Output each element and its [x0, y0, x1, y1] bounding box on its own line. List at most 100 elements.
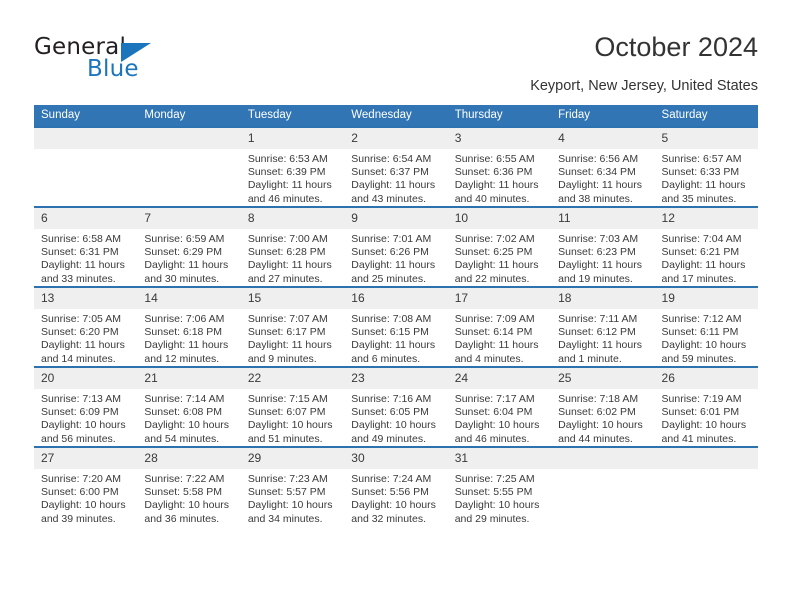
- daylight-text-line1: Daylight: 11 hours: [558, 259, 642, 272]
- day-cell[interactable]: 20 Sunrise: 7:13 AM Sunset: 6:09 PM Dayl…: [34, 366, 138, 447]
- sunrise-text: Sunrise: 6:58 AM: [41, 233, 121, 245]
- day-number: 18: [551, 288, 655, 309]
- day-details: Sunrise: 7:03 AM Sunset: 6:23 PM Dayligh…: [551, 229, 654, 286]
- daylight-text-line1: Daylight: 10 hours: [661, 339, 747, 352]
- day-cell[interactable]: 28 Sunrise: 7:22 AM Sunset: 5:58 PM Dayl…: [137, 446, 241, 526]
- day-cell[interactable]: 1 Sunrise: 6:53 AM Sunset: 6:39 PM Dayli…: [240, 126, 345, 207]
- day-cell[interactable]: 10 Sunrise: 7:02 AM Sunset: 6:25 PM Dayl…: [447, 206, 552, 287]
- daylight-text-line1: Daylight: 11 hours: [558, 339, 642, 352]
- daylight-text-line1: Daylight: 10 hours: [247, 419, 333, 432]
- day-details: Sunrise: 7:20 AM Sunset: 6:00 PM Dayligh…: [34, 469, 137, 526]
- sunrise-text: Sunrise: 7:08 AM: [351, 313, 432, 325]
- sunset-text: Sunset: 6:34 PM: [558, 166, 636, 179]
- sunrise-text: Sunrise: 6:54 AM: [351, 153, 432, 165]
- sunrise-text: Sunrise: 7:19 AM: [661, 393, 742, 405]
- day-cell: [34, 126, 138, 207]
- day-cell[interactable]: 18 Sunrise: 7:11 AM Sunset: 6:12 PM Dayl…: [551, 286, 655, 367]
- day-cell[interactable]: 9 Sunrise: 7:01 AM Sunset: 6:26 PM Dayli…: [344, 206, 448, 287]
- daylight-text-line2: and 19 minutes.: [558, 272, 633, 285]
- day-cell[interactable]: 31 Sunrise: 7:25 AM Sunset: 5:55 PM Dayl…: [447, 446, 552, 526]
- daylight-text-line2: and 56 minutes.: [41, 432, 116, 445]
- day-cell[interactable]: 17 Sunrise: 7:09 AM Sunset: 6:14 PM Dayl…: [447, 286, 552, 367]
- day-cell[interactable]: 27 Sunrise: 7:20 AM Sunset: 6:00 PM Dayl…: [34, 446, 138, 526]
- day-details: Sunrise: 7:00 AM Sunset: 6:28 PM Dayligh…: [241, 229, 344, 286]
- day-details: Sunrise: 7:22 AM Sunset: 5:58 PM Dayligh…: [137, 469, 240, 526]
- sunrise-text: Sunrise: 7:01 AM: [351, 233, 432, 245]
- sunrise-text: Sunrise: 6:55 AM: [454, 153, 535, 165]
- daylight-text-line2: and 34 minutes.: [247, 512, 323, 525]
- daylight-text-line1: Daylight: 11 hours: [144, 259, 229, 272]
- day-cell: [551, 446, 655, 526]
- weekday-header-saturday: Saturday: [654, 105, 758, 127]
- daylight-text-line2: and 33 minutes.: [41, 272, 116, 285]
- sunrise-text: Sunrise: 7:09 AM: [454, 313, 535, 325]
- sunrise-text: Sunrise: 7:18 AM: [558, 393, 639, 405]
- generalblue-logo[interactable]: General Blue: [34, 34, 244, 90]
- daylight-text-line1: Daylight: 10 hours: [144, 499, 230, 512]
- day-cell[interactable]: 12 Sunrise: 7:04 AM Sunset: 6:21 PM Dayl…: [654, 206, 758, 287]
- daylight-text-line2: and 35 minutes.: [661, 192, 737, 205]
- daylight-text-line2: and 46 minutes.: [454, 432, 530, 445]
- daylight-text-line1: Daylight: 11 hours: [41, 339, 125, 352]
- sunrise-text: Sunrise: 7:12 AM: [661, 313, 742, 325]
- daylight-text-line1: Daylight: 10 hours: [454, 419, 540, 432]
- sunset-text: Sunset: 5:56 PM: [351, 486, 429, 499]
- daylight-text-line1: Daylight: 11 hours: [661, 179, 746, 192]
- day-cell[interactable]: 6 Sunrise: 6:58 AM Sunset: 6:31 PM Dayli…: [34, 206, 138, 287]
- calendar-week-row: 27 Sunrise: 7:20 AM Sunset: 6:00 PM Dayl…: [34, 446, 758, 526]
- sunset-text: Sunset: 5:55 PM: [454, 486, 533, 499]
- day-cell[interactable]: 22 Sunrise: 7:15 AM Sunset: 6:07 PM Dayl…: [240, 366, 345, 447]
- sunset-text: Sunset: 5:58 PM: [144, 486, 223, 499]
- day-cell[interactable]: 24 Sunrise: 7:17 AM Sunset: 6:04 PM Dayl…: [447, 366, 552, 447]
- sunrise-text: Sunrise: 7:05 AM: [41, 313, 121, 325]
- sunrise-text: Sunrise: 6:57 AM: [661, 153, 742, 165]
- day-number: 27: [34, 448, 138, 469]
- sunset-text: Sunset: 6:29 PM: [144, 246, 223, 259]
- day-number: 28: [137, 448, 241, 469]
- day-cell[interactable]: 29 Sunrise: 7:23 AM Sunset: 5:57 PM Dayl…: [240, 446, 345, 526]
- sunset-text: Sunset: 6:36 PM: [454, 166, 533, 179]
- daylight-text-line1: Daylight: 10 hours: [41, 419, 126, 432]
- day-cell[interactable]: 14 Sunrise: 7:06 AM Sunset: 6:18 PM Dayl…: [137, 286, 241, 367]
- sunrise-text: Sunrise: 7:06 AM: [144, 313, 225, 325]
- day-number: 5: [654, 128, 758, 149]
- weekday-header-thursday: Thursday: [447, 105, 552, 127]
- day-number: 29: [240, 448, 345, 469]
- sunset-text: Sunset: 6:07 PM: [247, 406, 326, 419]
- day-cell[interactable]: 15 Sunrise: 7:07 AM Sunset: 6:17 PM Dayl…: [240, 286, 345, 367]
- day-cell[interactable]: 8 Sunrise: 7:00 AM Sunset: 6:28 PM Dayli…: [240, 206, 345, 287]
- calendar-week-row: 1 Sunrise: 6:53 AM Sunset: 6:39 PM Dayli…: [34, 126, 758, 207]
- day-details: Sunrise: 7:25 AM Sunset: 5:55 PM Dayligh…: [448, 469, 551, 526]
- day-cell: [137, 126, 241, 207]
- day-cell[interactable]: 21 Sunrise: 7:14 AM Sunset: 6:08 PM Dayl…: [137, 366, 241, 447]
- day-cell[interactable]: 3 Sunrise: 6:55 AM Sunset: 6:36 PM Dayli…: [447, 126, 552, 207]
- day-number: 26: [654, 368, 758, 389]
- sunset-text: Sunset: 6:33 PM: [661, 166, 740, 179]
- daylight-text-line1: Daylight: 11 hours: [41, 259, 125, 272]
- sunset-text: Sunset: 6:25 PM: [454, 246, 533, 259]
- day-cell[interactable]: 16 Sunrise: 7:08 AM Sunset: 6:15 PM Dayl…: [344, 286, 448, 367]
- sunrise-text: Sunrise: 6:56 AM: [558, 153, 639, 165]
- day-details: Sunrise: 6:56 AM Sunset: 6:34 PM Dayligh…: [551, 149, 654, 206]
- sunset-text: Sunset: 6:28 PM: [247, 246, 326, 259]
- day-cell[interactable]: 5 Sunrise: 6:57 AM Sunset: 6:33 PM Dayli…: [654, 126, 758, 207]
- day-cell[interactable]: 23 Sunrise: 7:16 AM Sunset: 6:05 PM Dayl…: [344, 366, 448, 447]
- day-cell[interactable]: 25 Sunrise: 7:18 AM Sunset: 6:02 PM Dayl…: [551, 366, 655, 447]
- day-cell[interactable]: 13 Sunrise: 7:05 AM Sunset: 6:20 PM Dayl…: [34, 286, 138, 367]
- day-cell[interactable]: 30 Sunrise: 7:24 AM Sunset: 5:56 PM Dayl…: [344, 446, 448, 526]
- daylight-text-line2: and 12 minutes.: [144, 352, 220, 365]
- day-cell[interactable]: 19 Sunrise: 7:12 AM Sunset: 6:11 PM Dayl…: [654, 286, 758, 367]
- day-number: [34, 128, 138, 149]
- day-cell[interactable]: 7 Sunrise: 6:59 AM Sunset: 6:29 PM Dayli…: [137, 206, 241, 287]
- day-cell[interactable]: 2 Sunrise: 6:54 AM Sunset: 6:37 PM Dayli…: [344, 126, 448, 207]
- day-number: 13: [34, 288, 138, 309]
- daylight-text-line1: Daylight: 10 hours: [351, 419, 436, 432]
- day-cell[interactable]: 26 Sunrise: 7:19 AM Sunset: 6:01 PM Dayl…: [654, 366, 758, 447]
- daylight-text-line2: and 25 minutes.: [351, 272, 426, 285]
- daylight-text-line1: Daylight: 11 hours: [351, 339, 436, 352]
- daylight-text-line1: Daylight: 10 hours: [351, 499, 436, 512]
- day-number: 11: [551, 208, 655, 229]
- day-cell[interactable]: 11 Sunrise: 7:03 AM Sunset: 6:23 PM Dayl…: [551, 206, 655, 287]
- daylight-text-line2: and 9 minutes.: [247, 352, 317, 365]
- day-cell[interactable]: 4 Sunrise: 6:56 AM Sunset: 6:34 PM Dayli…: [551, 126, 655, 207]
